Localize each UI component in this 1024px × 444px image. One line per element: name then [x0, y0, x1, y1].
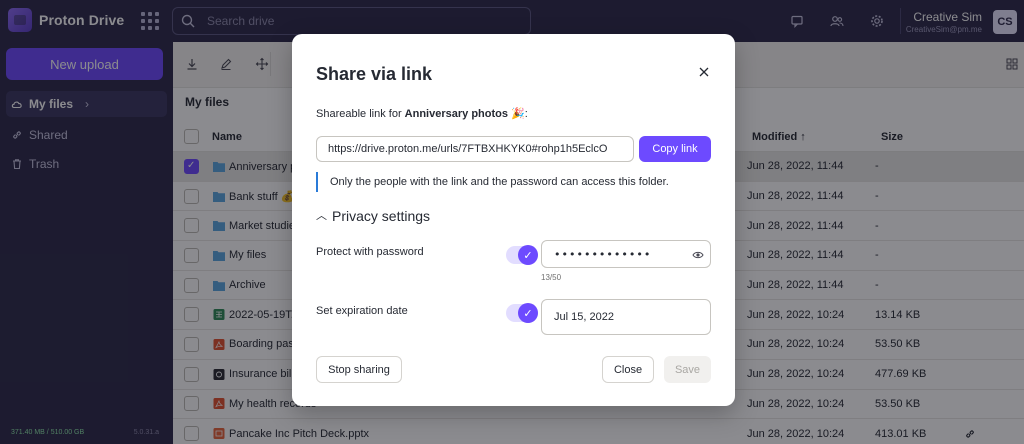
save-button[interactable]: Save: [664, 356, 711, 383]
password-toggle[interactable]: ✓: [506, 245, 538, 265]
chevron-up-icon: ︿: [316, 210, 327, 222]
close-button[interactable]: Close: [602, 356, 654, 383]
expiration-label: Set expiration date: [316, 305, 408, 317]
check-icon: ✓: [518, 303, 538, 323]
privacy-settings-heading: Privacy settings: [332, 208, 431, 224]
close-icon[interactable]: [697, 65, 711, 79]
expiration-toggle[interactable]: ✓: [506, 303, 538, 323]
password-field[interactable]: [541, 240, 711, 268]
eye-icon[interactable]: [692, 249, 704, 261]
share-link-field[interactable]: [316, 136, 634, 162]
share-via-link-dialog: Share via link Shareable link for Annive…: [292, 34, 735, 406]
password-input[interactable]: [554, 247, 684, 261]
shared-item-name: Anniversary photos 🎉: [404, 108, 525, 120]
shareable-link-caption: Shareable link for Anniversary photos 🎉:: [316, 107, 528, 120]
expiration-date-input[interactable]: [541, 299, 711, 335]
stop-sharing-button[interactable]: Stop sharing: [316, 356, 402, 383]
caption-suffix: :: [524, 108, 528, 120]
privacy-settings-toggle[interactable]: ︿ Privacy settings: [316, 208, 430, 224]
access-notice: Only the people with the link and the pa…: [316, 172, 669, 192]
password-char-counter: 13/50: [541, 273, 562, 282]
password-label: Protect with password: [316, 246, 424, 258]
dialog-title: Share via link: [316, 64, 433, 84]
check-icon: ✓: [518, 245, 538, 265]
caption-prefix: Shareable link for: [316, 108, 405, 120]
copy-link-button[interactable]: Copy link: [639, 136, 711, 162]
